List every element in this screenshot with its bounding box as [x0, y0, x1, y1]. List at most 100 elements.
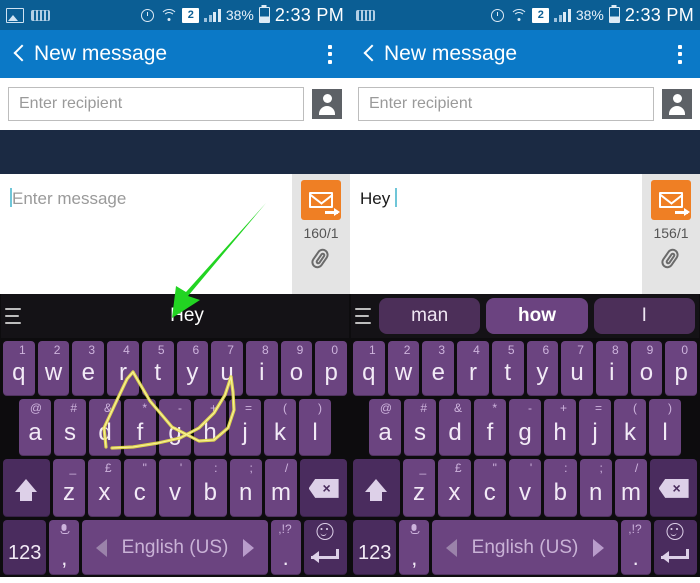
backspace-key[interactable]: × — [650, 459, 698, 518]
key-h[interactable]: + h — [544, 398, 576, 457]
key-r[interactable]: 4r — [107, 340, 139, 396]
back-chevron-icon[interactable] — [8, 43, 30, 65]
key-p[interactable]: 0p — [665, 340, 698, 396]
overflow-menu-icon[interactable] — [668, 40, 692, 68]
key-j[interactable]: = j — [579, 398, 611, 457]
space-key[interactable]: English (US) — [82, 520, 268, 575]
back-chevron-icon[interactable] — [358, 43, 380, 65]
suggestion-pill-2[interactable]: I — [593, 297, 695, 334]
key-u[interactable]: 7u — [211, 340, 243, 396]
key-x[interactable]: £ x — [88, 459, 121, 518]
key-e[interactable]: 3e — [422, 340, 455, 396]
recipient-input[interactable]: Enter recipient — [8, 87, 304, 121]
keyboard-menu-icon[interactable] — [355, 307, 373, 324]
key-q[interactable]: 1q — [353, 340, 385, 396]
period-key[interactable]: ,!? . — [270, 520, 301, 575]
key-i[interactable]: 8i — [595, 340, 628, 396]
key-j[interactable]: = j — [229, 398, 261, 457]
key-s[interactable]: # s — [404, 398, 436, 457]
key-u[interactable]: 7u — [561, 340, 593, 396]
key-o[interactable]: 9o — [630, 340, 663, 396]
space-key[interactable]: English (US) — [432, 520, 618, 575]
suggestion-pill-0[interactable]: man — [379, 297, 481, 334]
key-f[interactable]: * f — [124, 398, 156, 457]
key-l[interactable]: ) l — [299, 398, 331, 457]
period-key[interactable]: ,!? . — [620, 520, 651, 575]
key-a[interactable]: @ a — [19, 398, 51, 457]
paperclip-icon[interactable] — [309, 247, 333, 273]
paperclip-icon[interactable] — [659, 247, 683, 273]
key-r[interactable]: 4r — [457, 340, 489, 396]
key-y[interactable]: 6y — [526, 340, 559, 396]
key-y[interactable]: 6y — [176, 340, 209, 396]
enter-key[interactable] — [303, 520, 347, 575]
key-z[interactable]: _ z — [52, 459, 86, 518]
key-t[interactable]: 5t — [491, 340, 524, 396]
key-hint: ; — [599, 461, 603, 476]
key-f[interactable]: * f — [474, 398, 506, 457]
key-hint: 8 — [261, 342, 269, 357]
backspace-glyph: × — [672, 480, 681, 497]
keyboard-menu-icon[interactable] — [5, 307, 23, 324]
next-language-icon[interactable] — [592, 538, 604, 557]
key-m[interactable]: / m — [264, 459, 298, 518]
key-q[interactable]: 1q — [3, 340, 35, 396]
shift-key[interactable] — [353, 459, 400, 518]
message-input-right[interactable]: Hey — [350, 174, 642, 294]
key-g[interactable]: -g — [159, 398, 191, 457]
contact-picker-icon[interactable] — [662, 89, 692, 119]
smiley-icon[interactable] — [316, 523, 334, 541]
key-b[interactable]: :b — [544, 459, 577, 518]
key-s[interactable]: # s — [54, 398, 86, 457]
overflow-menu-icon[interactable] — [318, 40, 342, 68]
key-label: . — [282, 544, 289, 570]
next-language-icon[interactable] — [242, 538, 254, 557]
key-h[interactable]: + h — [194, 398, 226, 457]
key-e[interactable]: 3e — [72, 340, 105, 396]
key-k[interactable]: (k — [614, 398, 646, 457]
key-k[interactable]: (k — [264, 398, 296, 457]
key-o[interactable]: 9o — [280, 340, 313, 396]
backspace-key[interactable]: × — [300, 459, 348, 518]
key-w[interactable]: 2w — [37, 340, 70, 396]
contact-picker-icon[interactable] — [312, 89, 342, 119]
key-i[interactable]: 8i — [245, 340, 278, 396]
key-p[interactable]: 0p — [315, 340, 348, 396]
smiley-icon[interactable] — [666, 523, 684, 541]
suggestion-word[interactable]: Hey — [29, 305, 345, 327]
key-d[interactable]: & d — [89, 398, 121, 457]
comma-key[interactable]: , — [49, 520, 80, 575]
enter-key[interactable] — [653, 520, 697, 575]
send-mms-icon[interactable] — [651, 180, 691, 220]
key-label: z — [413, 479, 426, 507]
prev-language-icon[interactable] — [96, 538, 108, 557]
key-hint: 8 — [611, 342, 619, 357]
status-bar-left-icons — [6, 7, 50, 23]
key-c[interactable]: " c — [473, 459, 506, 518]
message-input-left[interactable]: Enter message — [0, 174, 292, 294]
key-w[interactable]: 2w — [387, 340, 420, 396]
numeric-mode-key[interactable]: 123 — [353, 520, 397, 575]
key-label: w — [44, 359, 63, 387]
suggestion-pill-1[interactable]: how — [486, 297, 588, 334]
key-x[interactable]: £ x — [438, 459, 471, 518]
recipient-input[interactable]: Enter recipient — [358, 87, 654, 121]
comma-key[interactable]: , — [399, 520, 430, 575]
key-n[interactable]: ; n — [579, 459, 612, 518]
key-v[interactable]: ' v — [508, 459, 542, 518]
key-c[interactable]: " c — [123, 459, 156, 518]
key-t[interactable]: 5t — [141, 340, 174, 396]
key-n[interactable]: ; n — [229, 459, 262, 518]
key-m[interactable]: / m — [614, 459, 648, 518]
send-mms-icon[interactable] — [301, 180, 341, 220]
key-l[interactable]: ) l — [649, 398, 681, 457]
key-g[interactable]: -g — [509, 398, 541, 457]
prev-language-icon[interactable] — [446, 538, 458, 557]
key-v[interactable]: ' v — [158, 459, 192, 518]
key-z[interactable]: _ z — [402, 459, 436, 518]
key-b[interactable]: :b — [194, 459, 227, 518]
shift-key[interactable] — [3, 459, 50, 518]
numeric-mode-key[interactable]: 123 — [3, 520, 47, 575]
key-a[interactable]: @ a — [369, 398, 401, 457]
key-d[interactable]: & d — [439, 398, 471, 457]
